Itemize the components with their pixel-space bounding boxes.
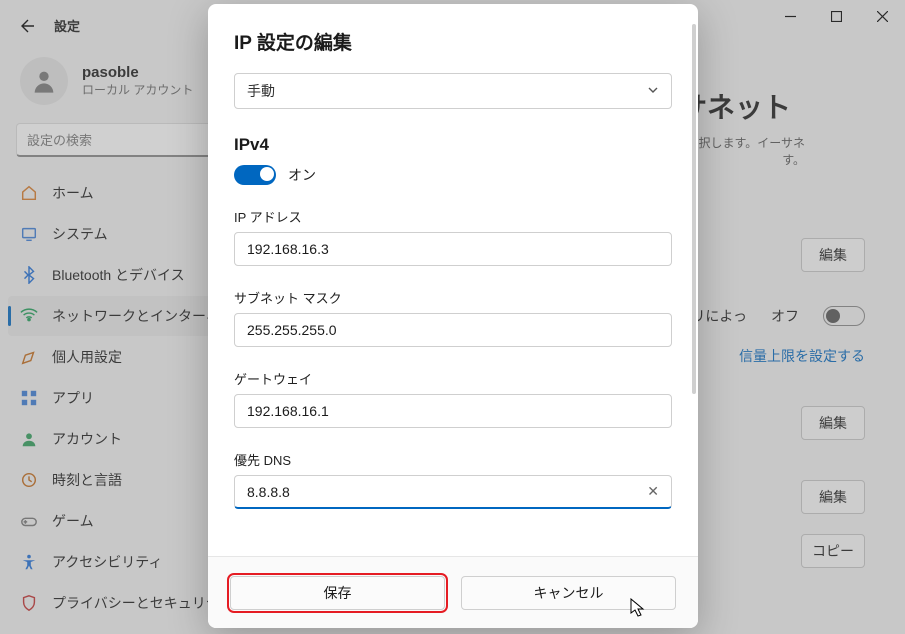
gateway-label: ゲートウェイ xyxy=(234,369,672,388)
save-button[interactable]: 保存 xyxy=(230,576,445,610)
ip-mode-value: 手動 xyxy=(247,81,275,101)
dialog-title: IP 設定の編集 xyxy=(234,28,672,55)
ip-address-input[interactable]: 192.168.16.3 xyxy=(234,232,672,266)
ip-address-label: IP アドレス xyxy=(234,207,672,226)
ip-settings-dialog: IP 設定の編集 手動 IPv4 オン IP アドレス 192.168.16.3… xyxy=(208,4,698,628)
subnet-label: サブネット マスク xyxy=(234,288,672,307)
cancel-button[interactable]: キャンセル xyxy=(461,576,676,610)
gateway-input[interactable]: 192.168.16.1 xyxy=(234,394,672,428)
ip-mode-select[interactable]: 手動 xyxy=(234,73,672,109)
clear-icon[interactable]: ✕ xyxy=(647,483,659,500)
chevron-down-icon xyxy=(647,83,659,99)
dialog-footer: 保存 キャンセル xyxy=(208,556,698,628)
ipv4-toggle-state: オン xyxy=(288,165,316,185)
subnet-input[interactable]: 255.255.255.0 xyxy=(234,313,672,347)
dns-label: 優先 DNS xyxy=(234,450,672,469)
ipv4-toggle[interactable] xyxy=(234,165,276,185)
dialog-scrollbar[interactable] xyxy=(692,24,696,394)
ipv4-heading: IPv4 xyxy=(234,135,672,155)
dns-input[interactable]: 8.8.8.8 ✕ xyxy=(234,475,672,509)
